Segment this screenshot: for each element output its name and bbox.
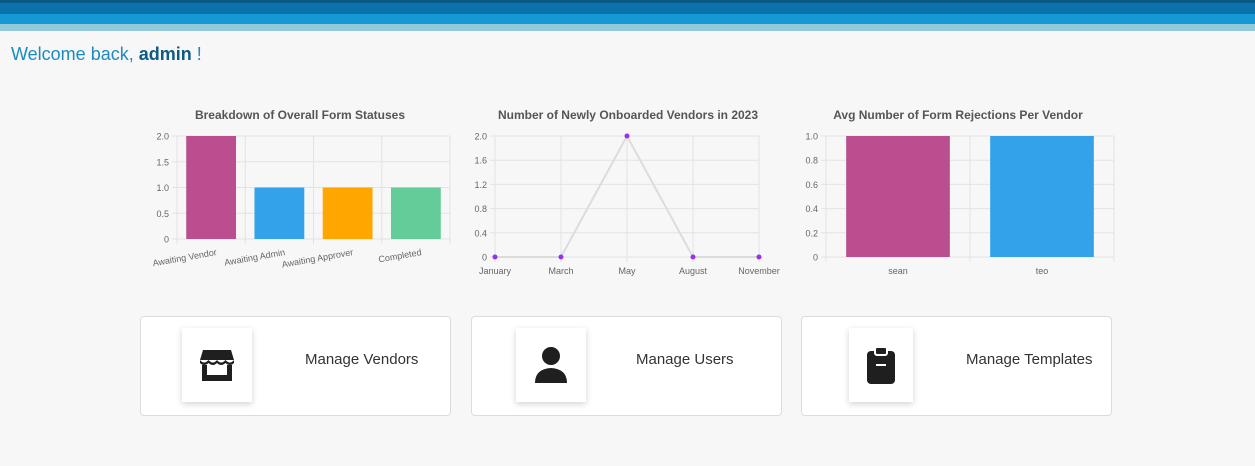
x-tick-label: Completed xyxy=(378,247,423,264)
bar-sean xyxy=(846,136,950,257)
x-tick-label: Awaiting Approver xyxy=(281,247,354,269)
y-tick-label: 1.0 xyxy=(156,183,169,193)
manage-templates-card[interactable]: Manage Templates xyxy=(801,316,1112,416)
y-tick-label: 0 xyxy=(813,253,818,263)
y-tick-label: 1.5 xyxy=(156,157,169,167)
form-status-chart: Breakdown of Overall Form Statuses 0 0.5 1… xyxy=(135,104,465,284)
top-header-bar xyxy=(0,0,1255,31)
y-tick-label: 2.0 xyxy=(474,132,487,142)
store-icon xyxy=(200,350,234,381)
y-tick-label: 0.8 xyxy=(474,204,487,214)
y-tick-label: 2.0 xyxy=(156,132,169,142)
bar-awaiting-vendor xyxy=(186,136,237,239)
x-tick-label: teo xyxy=(1036,266,1049,276)
manage-vendors-label: Manage Vendors xyxy=(305,351,419,368)
y-tick-label: 0.4 xyxy=(805,204,818,214)
header-stripe xyxy=(0,3,1255,14)
bar-awaiting-admin xyxy=(254,187,305,239)
x-tick-label: sean xyxy=(888,266,908,276)
y-tick-label: 0.2 xyxy=(805,228,818,238)
y-tick-label: 0.5 xyxy=(156,209,169,219)
manage-vendors-card[interactable]: Manage Vendors xyxy=(140,316,451,416)
bar-completed xyxy=(390,187,441,239)
form-status-chart-svg: 0 0.5 1.0 1.5 2.0 Awaiting Vendor Awaiting Adm… xyxy=(152,132,451,270)
data-point xyxy=(756,254,762,260)
y-tick-label: 1.2 xyxy=(474,180,487,190)
header-stripe xyxy=(0,14,1255,24)
header-stripe xyxy=(0,24,1255,31)
x-tick-label: January xyxy=(479,266,512,276)
y-tick-label: 0.4 xyxy=(474,228,487,238)
welcome-message: Welcome back, admin ! xyxy=(11,44,202,65)
y-tick-label: 0.6 xyxy=(805,180,818,190)
data-point xyxy=(690,254,696,260)
manage-templates-label: Manage Templates xyxy=(966,351,1093,368)
onboarded-vendors-chart: Number of Newly Onboarded Vendors in 202… xyxy=(463,104,793,284)
form-rejections-chart-svg: 0 0.2 0.4 0.6 0.8 1.0 sean teo xyxy=(805,132,1115,276)
data-point xyxy=(558,254,564,260)
onboarded-vendors-chart-svg: 0 0.4 0.8 1.2 1.6 2.0 January March May August Nov… xyxy=(474,132,780,277)
welcome-suffix: ! xyxy=(191,44,202,64)
welcome-prefix: Welcome back, xyxy=(11,44,139,64)
user-icon-box xyxy=(516,328,586,402)
y-tick-label: 1.0 xyxy=(805,132,818,142)
store-icon-box xyxy=(182,328,252,402)
manage-users-card[interactable]: Manage Users xyxy=(471,316,782,416)
y-tick-label: 0 xyxy=(164,235,169,245)
manage-users-label: Manage Users xyxy=(636,351,734,368)
data-point xyxy=(624,133,630,139)
y-tick-label: 0.8 xyxy=(805,156,818,166)
clipboard-icon xyxy=(867,346,895,384)
user-icon xyxy=(535,347,567,383)
x-tick-label: August xyxy=(679,266,708,276)
bar-awaiting-approver xyxy=(322,187,373,239)
x-tick-label: Awaiting Vendor xyxy=(152,247,218,268)
welcome-username: admin xyxy=(138,44,192,64)
x-tick-label: May xyxy=(618,266,636,276)
x-tick-label: Awaiting Admin xyxy=(224,247,286,268)
y-tick-label: 1.6 xyxy=(474,156,487,166)
bar-teo xyxy=(990,136,1094,257)
x-tick-label: March xyxy=(548,266,573,276)
y-tick-label: 0 xyxy=(482,253,487,263)
clipboard-icon-box xyxy=(849,328,913,402)
form-rejections-chart: Avg Number of Form Rejections Per Vendor… xyxy=(793,104,1123,284)
data-point xyxy=(492,254,498,260)
x-tick-label: November xyxy=(738,266,780,276)
